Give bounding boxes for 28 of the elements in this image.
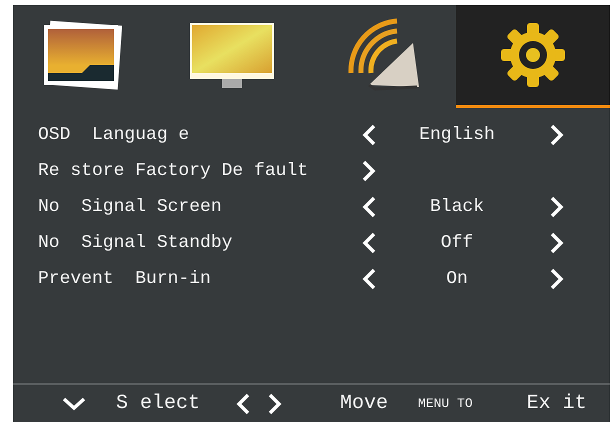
right-chevron-icon[interactable]	[550, 124, 564, 146]
move-hint: Move	[340, 392, 388, 415]
menu-tab[interactable]	[456, 5, 610, 108]
menu-item-label[interactable]: OSD Languag e	[13, 125, 350, 145]
gear-icon	[500, 22, 566, 88]
menu-item-label[interactable]: No Signal Screen	[13, 197, 350, 217]
monitor-icon	[189, 22, 275, 88]
down-chevron-icon	[62, 396, 86, 410]
left-chevron-icon[interactable]	[362, 268, 376, 290]
menu-item-label[interactable]: Re store Factory De fault	[13, 161, 350, 181]
right-chevron-icon[interactable]	[550, 232, 564, 254]
option-value: Black	[428, 197, 485, 217]
select-hint: S elect	[116, 392, 200, 415]
option-value: Off	[440, 233, 474, 253]
photo-icon	[42, 19, 122, 91]
right-chevron-icon[interactable]	[362, 160, 376, 182]
right-chevron-icon[interactable]	[550, 196, 564, 218]
left-chevron-icon[interactable]	[362, 196, 376, 218]
menu-item-label[interactable]: No Signal Standby	[13, 233, 350, 253]
left-right-chevrons-icon	[236, 392, 282, 414]
option-value: On	[445, 269, 469, 289]
right-chevron-icon[interactable]	[550, 268, 564, 290]
left-chevron-icon[interactable]	[362, 124, 376, 146]
option-value: English	[418, 125, 496, 145]
menu-key-hint: MENU TO	[418, 396, 473, 411]
left-chevron-icon[interactable]	[362, 232, 376, 254]
exit-hint: Ex it	[526, 392, 587, 415]
menu-item-label[interactable]: Prevent Burn-in	[13, 269, 350, 289]
